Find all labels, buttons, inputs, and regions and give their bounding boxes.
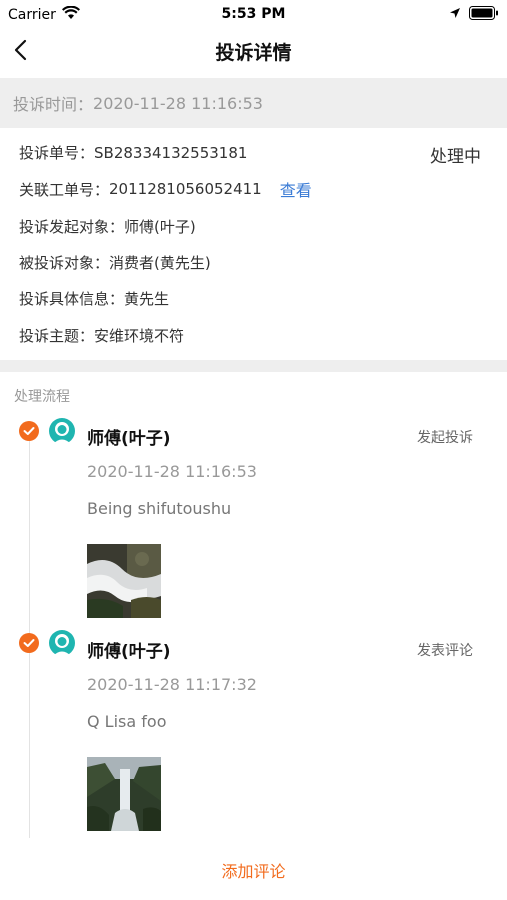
info-label: 被投诉对象： — [19, 254, 110, 272]
info-label: 投诉具体信息： — [19, 290, 125, 308]
avatar — [48, 629, 76, 657]
info-value: 2011281056052411 — [109, 180, 262, 198]
user-avatar-icon — [49, 630, 75, 656]
info-value: 师傅(叶子) — [124, 218, 196, 236]
complaint-info: 处理中 投诉单号： SB28334132553181 关联工单号： 201128… — [0, 128, 507, 360]
info-row-subject: 投诉主题： 安维环境不符 — [19, 325, 184, 346]
process-title: 处理流程 — [14, 389, 70, 405]
status-badge: 处理中 — [430, 147, 481, 167]
info-value: 黄先生 — [124, 290, 170, 308]
avatar — [48, 417, 76, 445]
page-title: 投诉详情 — [215, 42, 292, 64]
entry-author: 师傅(叶子) — [87, 642, 171, 662]
entry-text: Being shifutoushu — [87, 499, 232, 518]
nav-bar: 投诉详情 — [0, 28, 507, 78]
add-comment-button[interactable]: 添加评论 — [0, 858, 507, 882]
info-value: 消费者(黄先生) — [109, 254, 211, 272]
entry-time: 2020-11-28 11:17:32 — [87, 675, 257, 694]
info-label: 投诉单号： — [19, 144, 95, 162]
complaint-time-band: 投诉时间： 2020-11-28 11:16:53 — [0, 78, 507, 128]
attachment-thumbnail[interactable] — [87, 757, 161, 831]
check-icon — [19, 421, 39, 441]
info-row-details: 投诉具体信息： 黄先生 — [19, 288, 169, 309]
status-right — [449, 6, 499, 24]
entry-action: 发表评论 — [417, 643, 473, 659]
entry-action: 发起投诉 — [417, 430, 473, 446]
info-row-initiator: 投诉发起对象： 师傅(叶子) — [19, 216, 196, 237]
info-label: 关联工单号： — [19, 180, 110, 199]
user-avatar-icon — [49, 418, 75, 444]
info-row-respondent: 被投诉对象： 消费者(黄先生) — [19, 252, 211, 273]
complaint-time-label: 投诉时间： — [13, 95, 94, 114]
location-arrow-icon — [449, 7, 461, 23]
info-row-complaint-no: 投诉单号： SB28334132553181 — [19, 142, 247, 163]
check-icon — [19, 633, 39, 653]
entry-author: 师傅(叶子) — [87, 429, 171, 449]
battery-icon — [469, 6, 499, 24]
status-time: 5:53 PM — [221, 6, 286, 22]
info-label: 投诉发起对象： — [19, 218, 125, 236]
complaint-time-value: 2020-11-28 11:16:53 — [93, 93, 263, 113]
info-label: 投诉主题： — [19, 327, 95, 345]
view-order-link[interactable]: 查看 — [280, 177, 312, 201]
attachment-thumbnail[interactable] — [87, 544, 161, 618]
info-row-related-order: 关联工单号： 2011281056052411 查看 — [19, 177, 312, 201]
entry-time: 2020-11-28 11:16:53 — [87, 462, 257, 481]
entry-text: Q Lisa foo — [87, 712, 167, 731]
status-bar: Carrier 5:53 PM — [0, 0, 507, 28]
info-value: 安维环境不符 — [94, 327, 185, 345]
section-divider — [0, 360, 507, 372]
info-value: SB28334132553181 — [94, 143, 248, 162]
